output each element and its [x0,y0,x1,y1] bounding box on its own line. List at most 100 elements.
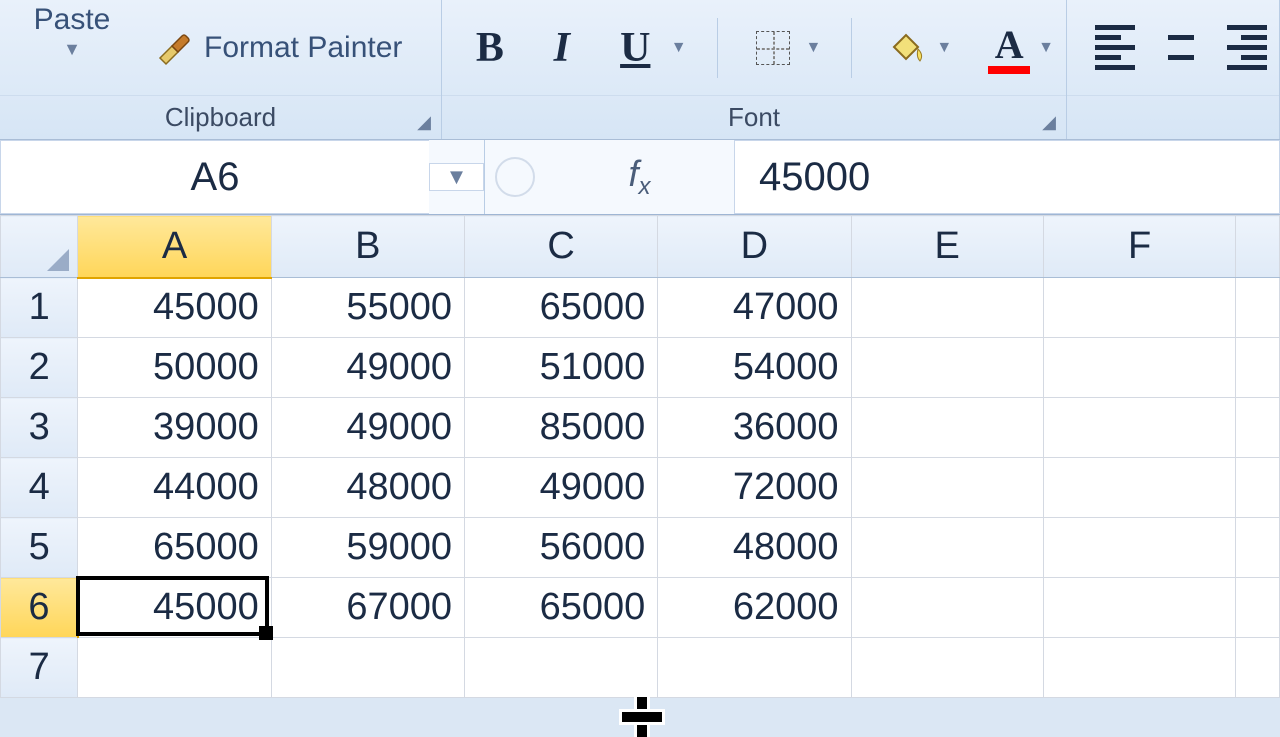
cell[interactable] [464,638,657,698]
column-header[interactable]: D [658,216,851,278]
cell[interactable]: 45000 [78,578,271,638]
cell[interactable]: 65000 [78,518,271,578]
ribbon-group-label-font: Font ◢ [442,95,1066,139]
name-box[interactable]: A6 [0,140,429,214]
dialog-launcher-icon[interactable]: ◢ [413,111,435,133]
cell[interactable] [78,638,271,698]
row-header[interactable]: 1 [1,278,78,338]
spreadsheet-grid[interactable]: ABCDEF1450005500065000470002500004900051… [0,215,1280,698]
column-header[interactable] [1236,216,1280,278]
select-all-corner[interactable] [1,216,78,278]
cell[interactable]: 49000 [464,458,657,518]
cell[interactable] [1236,638,1280,698]
column-header[interactable]: B [271,216,464,278]
row-header[interactable]: 5 [1,518,78,578]
cross-cursor-icon [622,697,662,737]
separator [717,18,718,78]
column-header[interactable]: A [78,216,271,278]
cell[interactable] [851,338,1043,398]
cell[interactable]: 47000 [658,278,851,338]
font-color-button[interactable]: A ▼ [988,21,1054,74]
insert-function-button[interactable]: fx [545,140,735,214]
align-center-button[interactable] [1161,25,1201,70]
align-left-button[interactable] [1095,25,1135,70]
cell[interactable]: 49000 [271,398,464,458]
cell[interactable] [1043,518,1235,578]
cell[interactable] [1236,398,1280,458]
column-header[interactable]: F [1043,216,1235,278]
cell[interactable] [1236,518,1280,578]
cell[interactable] [851,518,1043,578]
cell[interactable]: 67000 [271,578,464,638]
chevron-down-icon[interactable]: ▼ [1038,39,1054,57]
cell[interactable] [1236,578,1280,638]
ribbon-group-alignment [1067,0,1280,139]
cell[interactable] [851,278,1043,338]
cell[interactable]: 45000 [78,278,271,338]
align-right-button[interactable] [1227,25,1267,70]
cell[interactable] [1236,338,1280,398]
chevron-down-icon: ▼ [446,164,468,190]
cell[interactable] [851,638,1043,698]
cell[interactable]: 49000 [271,338,464,398]
underline-button[interactable]: U ▼ [608,20,687,75]
chevron-down-icon[interactable]: ▼ [936,39,952,57]
cell[interactable]: 48000 [271,458,464,518]
cell[interactable]: 44000 [78,458,271,518]
ribbon-group-label-clipboard: Clipboard ◢ [0,95,441,139]
cell[interactable]: 85000 [464,398,657,458]
cell[interactable] [1043,278,1235,338]
borders-button[interactable]: ▼ [748,23,822,73]
chevron-down-icon: ▼ [63,39,81,60]
dialog-launcher-icon[interactable]: ◢ [1038,111,1060,133]
cell[interactable] [851,578,1043,638]
italic-button[interactable]: I [536,20,588,75]
column-header[interactable]: E [851,216,1043,278]
column-header[interactable]: C [464,216,657,278]
cell[interactable] [1236,278,1280,338]
cell[interactable] [851,458,1043,518]
row-header[interactable]: 7 [1,638,78,698]
cell[interactable]: 55000 [271,278,464,338]
align-left-icon [1095,25,1135,70]
bold-button[interactable]: B [464,20,516,75]
cell[interactable] [851,398,1043,458]
align-right-icon [1227,25,1267,70]
cancel-formula-button[interactable] [485,140,545,214]
chevron-down-icon[interactable]: ▼ [671,39,687,57]
brush-icon [154,28,194,68]
format-painter-button[interactable]: Format Painter [146,24,410,72]
fill-color-button[interactable]: ▼ [882,25,952,71]
cell[interactable]: 50000 [78,338,271,398]
separator [851,18,852,78]
cell[interactable]: 59000 [271,518,464,578]
cell[interactable] [1043,398,1235,458]
row-header[interactable]: 3 [1,398,78,458]
row-header[interactable]: 2 [1,338,78,398]
cell[interactable]: 56000 [464,518,657,578]
name-box-dropdown[interactable]: ▼ [429,163,484,191]
cell[interactable] [1043,338,1235,398]
chevron-down-icon[interactable]: ▼ [806,39,822,57]
cell[interactable] [271,638,464,698]
cell[interactable] [1043,638,1235,698]
paste-button[interactable]: Paste ▼ [12,3,132,93]
cell[interactable] [658,638,851,698]
cell[interactable]: 62000 [658,578,851,638]
cell[interactable]: 48000 [658,518,851,578]
cell[interactable] [1236,458,1280,518]
cell[interactable]: 54000 [658,338,851,398]
row-header[interactable]: 4 [1,458,78,518]
cell[interactable] [1043,578,1235,638]
cell[interactable]: 65000 [464,278,657,338]
cell[interactable]: 65000 [464,578,657,638]
cell[interactable]: 51000 [464,338,657,398]
cell[interactable]: 36000 [658,398,851,458]
cell[interactable]: 39000 [78,398,271,458]
ribbon-group-font: B I U ▼ ▼ ▼ [442,0,1067,139]
format-painter-label: Format Painter [204,31,402,65]
cell[interactable] [1043,458,1235,518]
row-header[interactable]: 6 [1,578,78,638]
formula-input[interactable]: 45000 [735,140,1280,214]
cell[interactable]: 72000 [658,458,851,518]
